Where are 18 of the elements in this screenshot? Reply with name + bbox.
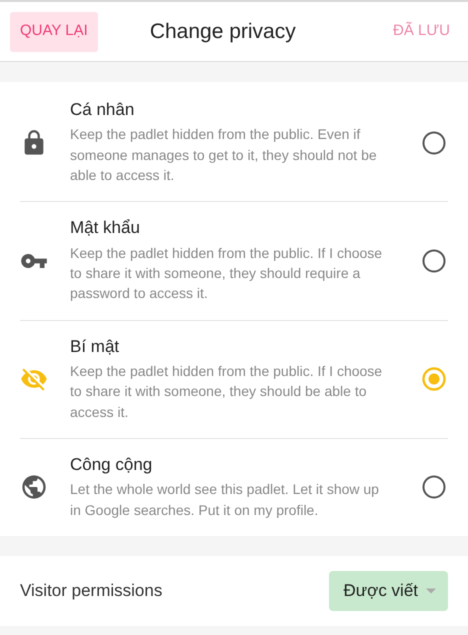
permissions-dropdown[interactable]: Được viết xyxy=(328,570,448,611)
caret-icon xyxy=(426,588,436,594)
radio-button[interactable] xyxy=(422,367,446,392)
option-description: Keep the padlet hidden from the public. Even if someone manages to get to it, they should not be able to access it. xyxy=(70,125,378,185)
permissions-label: Visitor permissions xyxy=(20,580,162,602)
option-title: Cá nhân xyxy=(70,100,136,120)
option-title: Mật khẩu xyxy=(70,218,141,239)
option-description: Let the whole world see this padlet. Let it show up in Google searches. Put it on my profile. xyxy=(70,480,380,520)
back-button[interactable]: QUAY LẠI xyxy=(10,12,98,52)
radio-button[interactable] xyxy=(422,130,446,155)
option-title: Bí mật xyxy=(70,336,120,357)
option-description: Keep the padlet hidden from the public. If I choose to share it with someone, they should be able to access it. xyxy=(70,362,384,422)
radio-button[interactable] xyxy=(422,248,446,273)
globe-icon xyxy=(20,473,48,502)
option-title: Công cộng xyxy=(70,454,154,476)
radio-button[interactable] xyxy=(422,475,446,500)
option-description: Keep the padlet hidden from the public. If I choose to share it with someone, they should require a password to access it. xyxy=(70,244,384,304)
page-title: Change privacy xyxy=(150,18,296,45)
